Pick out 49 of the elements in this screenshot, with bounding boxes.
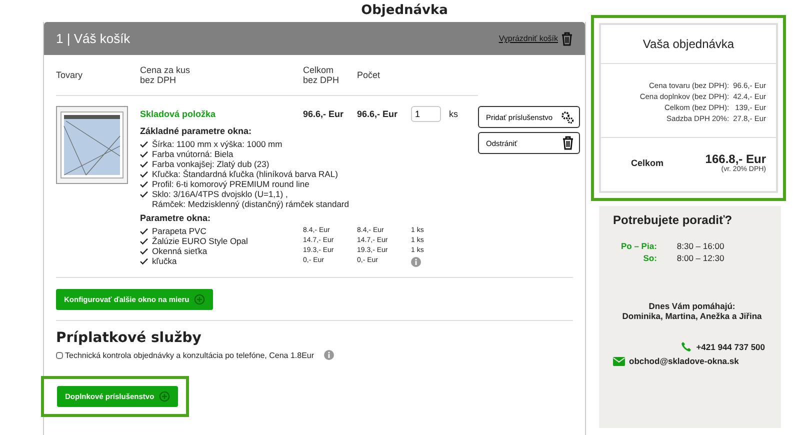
gears-icon (561, 110, 574, 124)
parameter-text: Profil: 6-ti komorový PREMIUM round line (152, 179, 310, 189)
total-amount: 166.8,- Eur (705, 152, 766, 166)
help-title: Potrebujete poradiť? (613, 213, 734, 227)
parameter-text: Farba vonkajšej: Zlatý dub (23) (152, 159, 270, 169)
service-label: Technická kontrola objednávky a konzultácia po telefóne, Cena 1.8Eur (65, 350, 314, 360)
parameter-text: Kľučka: Štandardná kľučka (hliníková barva RAL) (152, 169, 338, 179)
summary-title: Vaša objednávka (642, 37, 734, 51)
phone-icon (681, 341, 692, 352)
opening-hours: 8:30 – 16:00 (676, 241, 724, 251)
section-heading: Príplatkové služby (56, 330, 202, 346)
accessory-name: kľučka (152, 256, 177, 266)
service-checkbox[interactable] (56, 352, 63, 358)
parameter-text: Farba vnútorná: Biela (152, 149, 234, 159)
section-heading: Parametre okna: (140, 213, 212, 223)
info-icon (324, 350, 334, 360)
parameter-text: Rámček: Medzisklenný (distančný) rámček standard (152, 199, 349, 209)
accessory-name: Žalúzie EURO Style Opal (152, 236, 248, 246)
column-header: Tovary (56, 70, 84, 80)
parameter-text: Sklo: 3/16A/4TPS dvojsklo (U=1,1) , (152, 189, 288, 199)
info-icon (411, 257, 421, 267)
plus-circle-icon (159, 391, 170, 402)
staff-names: Dominika, Martina, Anežka a Jiřina (622, 311, 762, 321)
staff-heading: Dnes Vám pomáhajú: (648, 301, 736, 311)
phone-number[interactable]: +421 944 737 500 (696, 342, 765, 352)
column-header: Cena za kus bez DPH (140, 65, 192, 85)
days-label: Po – Pia: (621, 241, 657, 251)
trash-icon (561, 32, 573, 46)
trash-icon (562, 136, 574, 150)
section-heading: Základné parametre okna: (140, 126, 253, 136)
empty-cart-link[interactable]: Vyprázdniť košík (498, 32, 573, 46)
plus-circle-icon (194, 294, 206, 305)
total-price: 96.6,- Eur (357, 109, 399, 119)
email-address[interactable]: obchod@skladove-okna.sk (629, 356, 739, 366)
unit-price: 96.6,- Eur (303, 109, 345, 119)
accessory-name: Okenná sieťka (152, 246, 208, 256)
mail-icon (613, 356, 625, 366)
unit-label: ks (449, 109, 458, 119)
page-title: Objednávka (360, 2, 449, 20)
total-label: Celkom (631, 158, 664, 168)
stock-status: Skladová položka (140, 109, 217, 119)
opening-hours: 8:00 – 12:30 (676, 253, 724, 263)
accessory-name: Parapeta PVC (152, 226, 206, 236)
quantity-field[interactable]: 1 (411, 106, 441, 122)
cart-title: 1 | Váš košík (56, 31, 130, 46)
column-header: Počet (357, 70, 382, 80)
days-label: So: (642, 253, 657, 263)
parameter-text: Šírka: 1100 mm x výška: 1000 mm (152, 139, 282, 149)
column-header: Celkom bez DPH (303, 65, 340, 85)
